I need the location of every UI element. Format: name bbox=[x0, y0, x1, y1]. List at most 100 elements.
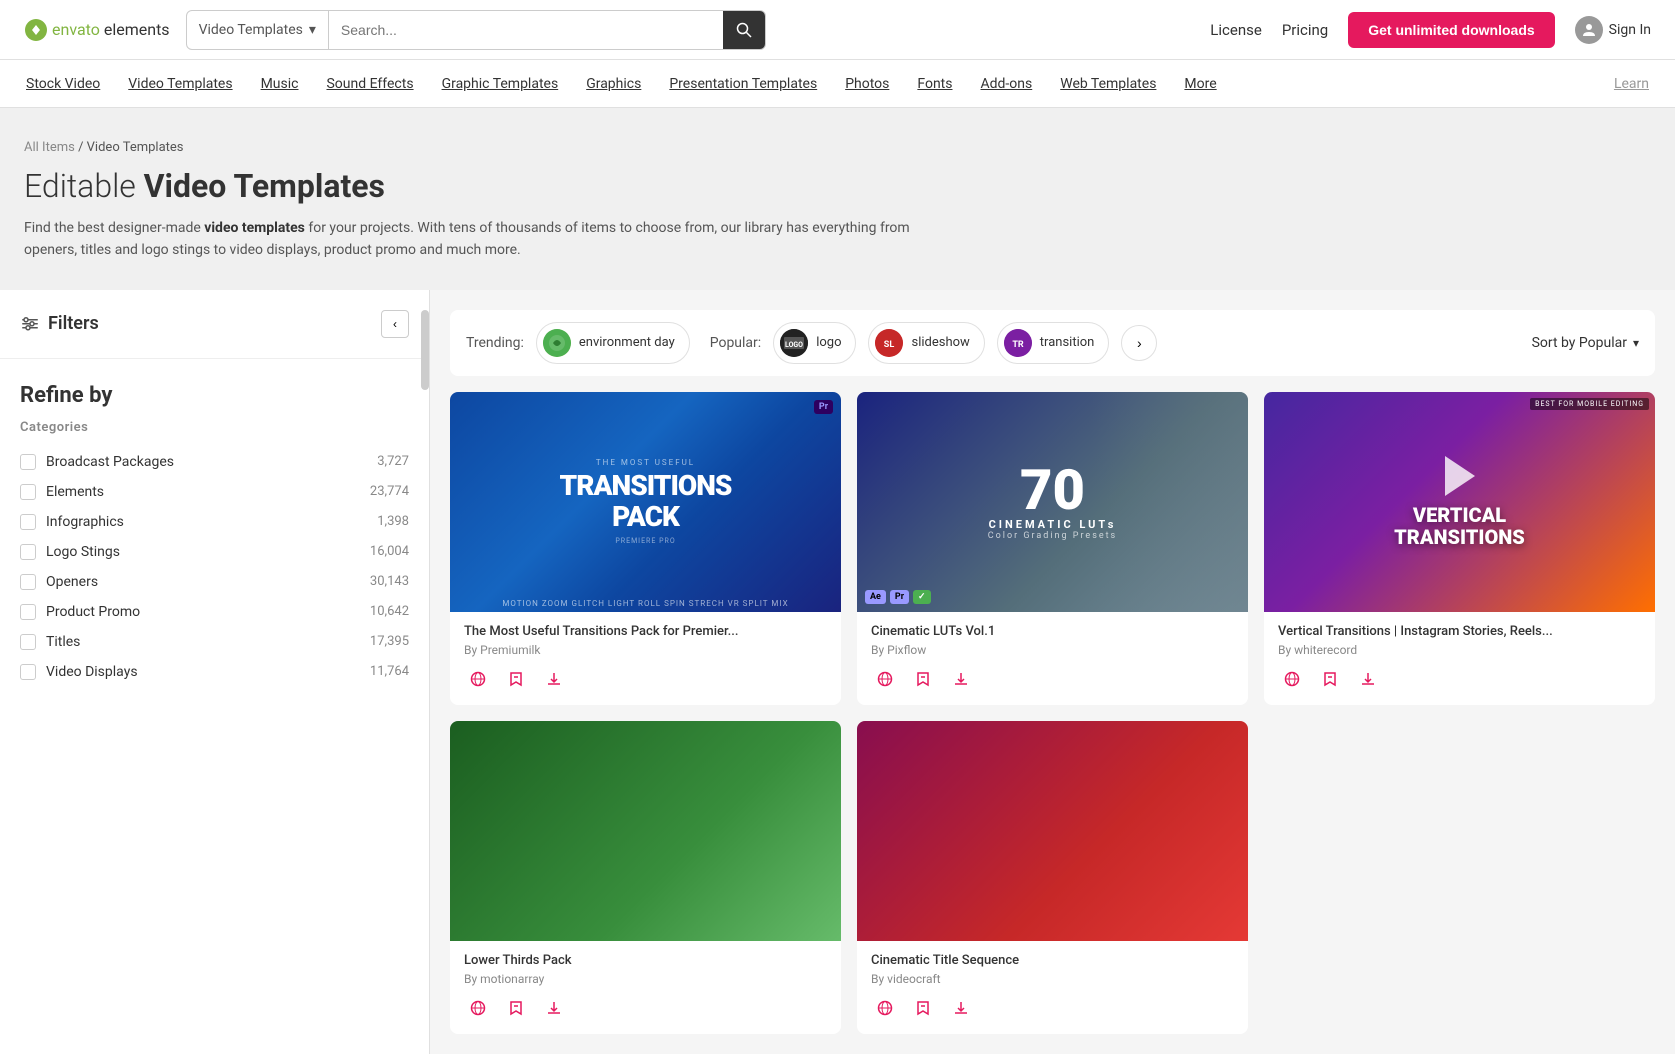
search-icon bbox=[736, 22, 752, 38]
get-unlimited-button[interactable]: Get unlimited downloads bbox=[1348, 12, 1554, 48]
logo[interactable]: envatoelements bbox=[24, 18, 170, 42]
nav-item-graphic-templates[interactable]: Graphic Templates bbox=[440, 60, 561, 108]
nav-license[interactable]: License bbox=[1210, 21, 1262, 39]
category-checkbox-video-displays[interactable] bbox=[20, 664, 36, 680]
item-card-transitions-pack[interactable]: Pr THE MOST USEFUL TRANSITIONSPACK PREMI… bbox=[450, 392, 841, 705]
nav-pricing[interactable]: Pricing bbox=[1282, 21, 1328, 39]
search-input[interactable] bbox=[329, 11, 723, 49]
category-checkbox-broadcast[interactable] bbox=[20, 454, 36, 470]
category-titles[interactable]: Titles 17,395 bbox=[20, 627, 409, 657]
category-checkbox-product-promo[interactable] bbox=[20, 604, 36, 620]
nav-item-web-templates[interactable]: Web Templates bbox=[1058, 60, 1158, 108]
download-svg-2 bbox=[953, 671, 969, 687]
sidebar-collapse-button[interactable]: ‹ bbox=[381, 310, 409, 338]
bookmark-icon-2[interactable] bbox=[909, 665, 937, 693]
search-button[interactable] bbox=[723, 11, 765, 49]
globe-icon-5[interactable] bbox=[871, 994, 899, 1022]
sort-by-dropdown[interactable]: Sort by Popular ▾ bbox=[1532, 335, 1639, 351]
nav-item-graphics[interactable]: Graphics bbox=[584, 60, 643, 108]
nav-item-add-ons[interactable]: Add-ons bbox=[979, 60, 1035, 108]
sidebar-filter-area: Filters bbox=[20, 313, 99, 334]
bookmark-svg-3 bbox=[1322, 671, 1338, 687]
category-checkbox-openers[interactable] bbox=[20, 574, 36, 590]
category-openers[interactable]: Openers 30,143 bbox=[20, 567, 409, 597]
categories-label: Categories bbox=[20, 420, 409, 435]
download-icon-3[interactable] bbox=[1354, 665, 1382, 693]
item-card-vertical-transitions[interactable]: BEST FOR MOBILE EDITING VERTICALTRANSITI… bbox=[1264, 392, 1655, 705]
bookmark-icon-5[interactable] bbox=[909, 994, 937, 1022]
category-elements[interactable]: Elements 23,774 bbox=[20, 477, 409, 507]
slideshow-icon: SL bbox=[875, 329, 903, 357]
nav-item-sound-effects[interactable]: Sound Effects bbox=[324, 60, 415, 108]
item-title-1: The Most Useful Transitions Pack for Pre… bbox=[464, 624, 827, 639]
globe-icon-1[interactable] bbox=[464, 665, 492, 693]
svg-text:TR: TR bbox=[1012, 340, 1024, 350]
category-checkbox-elements[interactable] bbox=[20, 484, 36, 500]
item-card-cinematic-title[interactable]: Cinematic Title Sequence By videocraft bbox=[857, 721, 1248, 1034]
page-description: Find the best designer-made video templa… bbox=[24, 217, 924, 262]
download-icon-4[interactable] bbox=[540, 994, 568, 1022]
category-checkbox-titles[interactable] bbox=[20, 634, 36, 650]
page-title-light: Editable bbox=[24, 167, 136, 205]
bookmark-icon-3[interactable] bbox=[1316, 665, 1344, 693]
category-checkbox-infographics[interactable] bbox=[20, 514, 36, 530]
category-logo-stings[interactable]: Logo Stings 16,004 bbox=[20, 537, 409, 567]
page-title: Editable Video Templates bbox=[24, 167, 1651, 205]
category-count-broadcast: 3,727 bbox=[377, 454, 409, 469]
thumb-70-text: 70 bbox=[1020, 462, 1085, 518]
category-video-displays[interactable]: Video Displays 11,764 bbox=[20, 657, 409, 687]
tag-transition[interactable]: TR transition bbox=[997, 322, 1110, 364]
tag-logo[interactable]: LOGO logo bbox=[773, 322, 856, 364]
download-icon-1[interactable] bbox=[540, 665, 568, 693]
nav-item-learn[interactable]: Learn bbox=[1612, 60, 1651, 108]
nav-item-music[interactable]: Music bbox=[259, 60, 301, 108]
category-product-promo[interactable]: Product Promo 10,642 bbox=[20, 597, 409, 627]
item-info-3: Vertical Transitions | Instagram Stories… bbox=[1264, 612, 1655, 705]
item-info-1: The Most Useful Transitions Pack for Pre… bbox=[450, 612, 841, 705]
tag-icon-logo: LOGO bbox=[780, 329, 808, 357]
globe-icon-3[interactable] bbox=[1278, 665, 1306, 693]
download-icon-5[interactable] bbox=[947, 994, 975, 1022]
bookmark-svg-5 bbox=[915, 1000, 931, 1016]
sidebar-scrollbar-thumb[interactable] bbox=[421, 310, 429, 390]
category-name-titles: Titles bbox=[46, 634, 360, 650]
category-count-logo-stings: 16,004 bbox=[370, 544, 409, 559]
item-author-4: By motionarray bbox=[464, 972, 827, 986]
tag-environment-day[interactable]: environment day bbox=[536, 322, 690, 364]
nav-item-fonts[interactable]: Fonts bbox=[915, 60, 954, 108]
tag-slideshow[interactable]: SL slideshow bbox=[868, 322, 984, 364]
nav-item-more[interactable]: More bbox=[1182, 60, 1218, 108]
nav-item-stock-video[interactable]: Stock Video bbox=[24, 60, 102, 108]
item-title-2: Cinematic LUTs Vol.1 bbox=[871, 624, 1234, 639]
download-icon-2[interactable] bbox=[947, 665, 975, 693]
search-category-dropdown[interactable]: Video Templates ▾ bbox=[187, 11, 329, 49]
category-checkbox-logo-stings[interactable] bbox=[20, 544, 36, 560]
nav-item-presentation-templates[interactable]: Presentation Templates bbox=[667, 60, 819, 108]
category-broadcast-packages[interactable]: Broadcast Packages 3,727 bbox=[20, 447, 409, 477]
item-thumbnail-transitions: Pr THE MOST USEFUL TRANSITIONSPACK PREMI… bbox=[450, 392, 841, 612]
item-thumbnail-luts: 70 CINEMATIC LUTs Color Grading Presets … bbox=[857, 392, 1248, 612]
category-name-infographics: Infographics bbox=[46, 514, 367, 530]
bookmark-icon-1[interactable] bbox=[502, 665, 530, 693]
item-card-lower-thirds[interactable]: Lower Thirds Pack By motionarray bbox=[450, 721, 841, 1034]
item-card-cinematic-luts[interactable]: 70 CINEMATIC LUTs Color Grading Presets … bbox=[857, 392, 1248, 705]
premiere-badge: Pr bbox=[814, 400, 833, 414]
item-author-3: By whiterecord bbox=[1278, 643, 1641, 657]
category-infographics[interactable]: Infographics 1,398 bbox=[20, 507, 409, 537]
sidebar-scroll-area[interactable]: Refine by Categories Broadcast Packages … bbox=[0, 359, 429, 1053]
tags-next-button[interactable]: › bbox=[1121, 325, 1157, 361]
categories-list: Broadcast Packages 3,727 Elements 23,774… bbox=[20, 447, 409, 687]
download-svg-3 bbox=[1360, 671, 1376, 687]
bookmark-icon-4[interactable] bbox=[502, 994, 530, 1022]
breadcrumb-all-items[interactable]: All Items bbox=[24, 140, 75, 155]
sign-in-button[interactable]: Sign In bbox=[1575, 16, 1651, 44]
nav-item-video-templates[interactable]: Video Templates bbox=[126, 60, 234, 108]
environment-day-icon bbox=[543, 329, 571, 357]
globe-icon-4[interactable] bbox=[464, 994, 492, 1022]
software-badges-2: Ae Pr ✓ bbox=[865, 590, 931, 604]
item-thumbnail-vertical: BEST FOR MOBILE EDITING VERTICALTRANSITI… bbox=[1264, 392, 1655, 612]
main-content: Filters ‹ Refine by Categories Broadcast… bbox=[0, 290, 1675, 1054]
bookmark-svg-2 bbox=[915, 671, 931, 687]
globe-icon-2[interactable] bbox=[871, 665, 899, 693]
nav-item-photos[interactable]: Photos bbox=[843, 60, 891, 108]
